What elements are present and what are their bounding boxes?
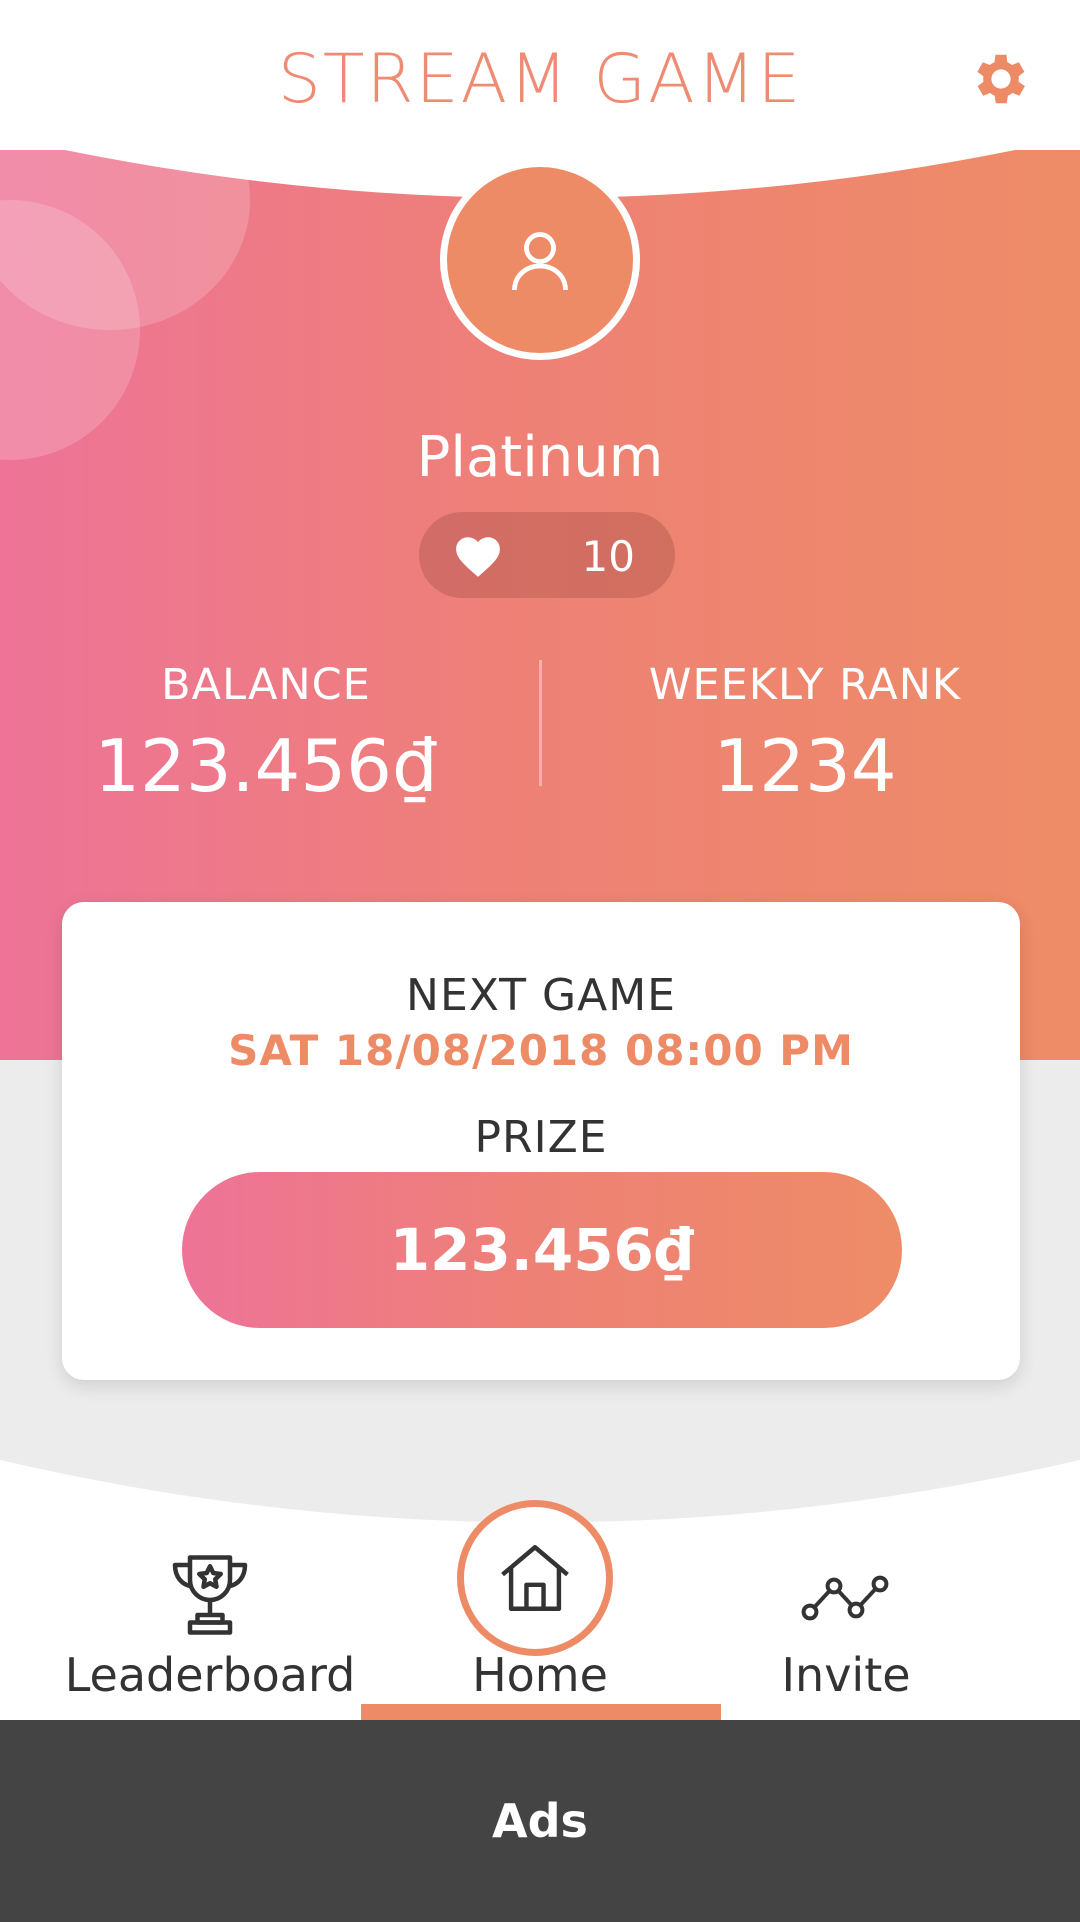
nav-label-invite: Invite — [781, 1648, 911, 1702]
settings-gear-icon[interactable] — [968, 46, 1034, 112]
nav-item-leaderboard[interactable]: Leaderboard — [40, 1490, 380, 1720]
nav-label-home: Home — [472, 1648, 608, 1702]
app-title: STREAM GAME — [277, 40, 803, 119]
user-icon — [512, 232, 568, 291]
lives-count: 10 — [581, 532, 635, 581]
next-game-label: NEXT GAME — [406, 970, 676, 1021]
app-header: STREAM GAME — [0, 0, 1080, 150]
prize-button[interactable]: 123.456₫ — [182, 1172, 902, 1328]
weekly-rank-stat: WEEKLY RANK 1234 — [585, 660, 1025, 808]
lives-badge: 10 — [419, 512, 675, 598]
balance-value: 123.456₫ — [94, 724, 438, 808]
balance-label: BALANCE — [161, 660, 371, 710]
stat-divider — [539, 660, 542, 786]
prize-label: PRIZE — [474, 1112, 608, 1163]
bottom-nav: Leaderboard Home Invite — [0, 1490, 1080, 1720]
weekly-rank-value: 1234 — [713, 724, 897, 808]
share-icon — [801, 1575, 889, 1621]
balance-stat: BALANCE 123.456₫ — [46, 660, 486, 808]
tier-label: Platinum — [416, 425, 664, 490]
active-tab-indicator — [361, 1704, 721, 1720]
trophy-icon — [172, 1555, 248, 1635]
nav-item-invite[interactable]: Invite — [676, 1490, 1016, 1720]
weekly-rank-label: WEEKLY RANK — [648, 660, 962, 710]
avatar[interactable] — [440, 160, 640, 360]
heart-icon — [456, 537, 500, 577]
nav-item-home[interactable]: Home — [370, 1490, 710, 1720]
ads-banner[interactable]: Ads — [0, 1720, 1080, 1922]
next-game-card: NEXT GAME SAT 18/08/2018 08:00 PM PRIZE … — [62, 902, 1020, 1380]
nav-label-leaderboard: Leaderboard — [64, 1648, 356, 1702]
next-game-datetime: SAT 18/08/2018 08:00 PM — [228, 1026, 854, 1075]
